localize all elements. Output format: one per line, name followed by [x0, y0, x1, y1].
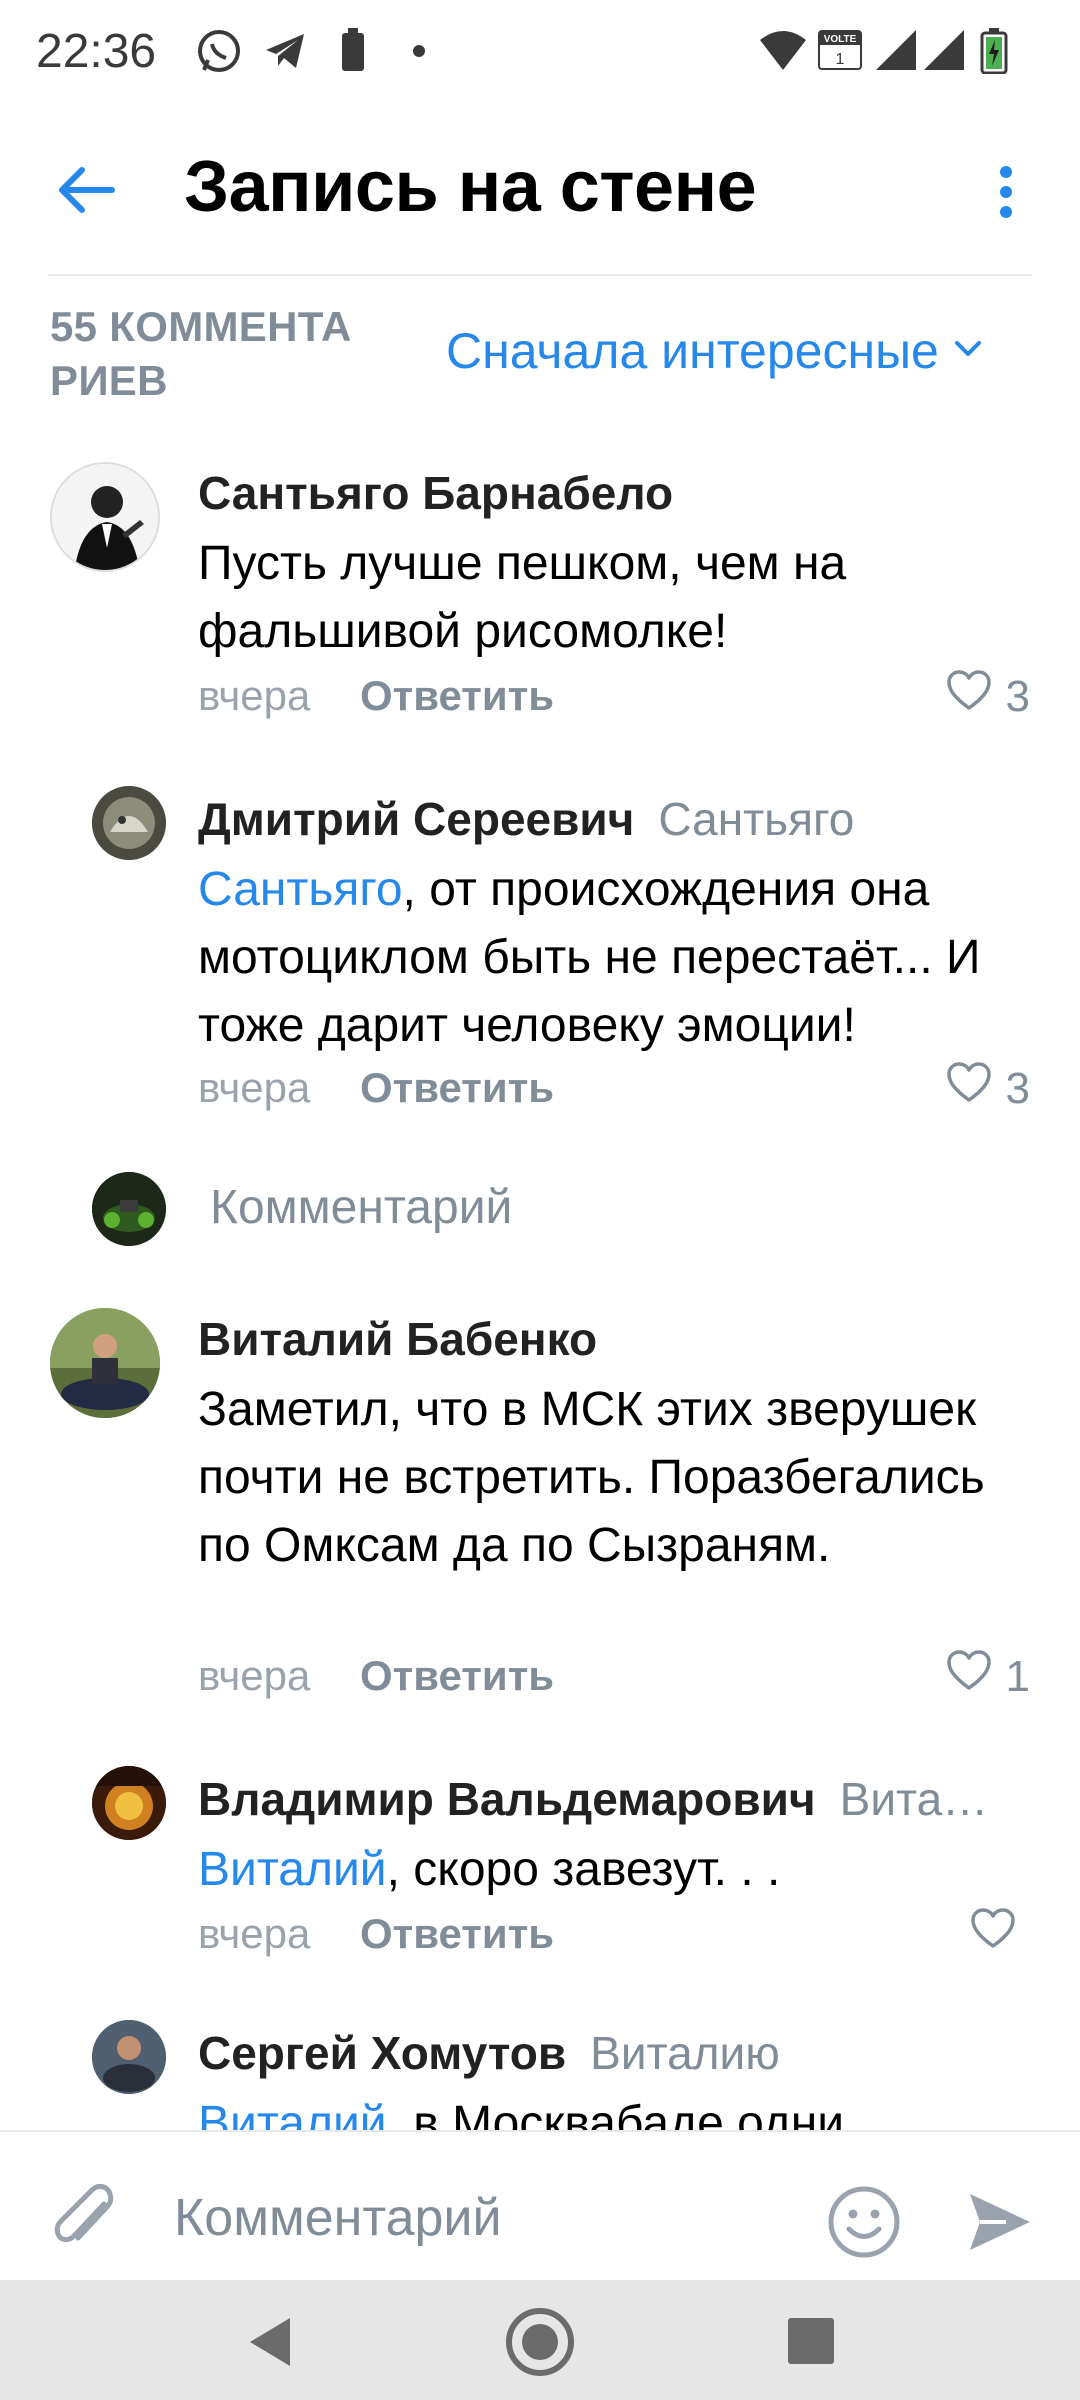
signal-icon [876, 30, 916, 75]
avatar[interactable] [92, 2020, 166, 2094]
comment-author[interactable]: Дмитрий Сереевич [198, 793, 634, 845]
inline-reply-field[interactable]: Комментарий [0, 1168, 1080, 1254]
avatar[interactable] [92, 1766, 166, 1840]
telegram-icon [262, 28, 308, 79]
inline-reply-placeholder: Комментарий [210, 1181, 513, 1234]
comment-time: вчера [198, 672, 311, 719]
comment-time: вчера [198, 1910, 311, 1957]
like-button[interactable]: 1 [946, 1650, 1030, 1703]
comment-author[interactable]: Сантьяго Барнабело [198, 467, 673, 519]
reply-to-label: Сантьяго [658, 793, 855, 845]
arrow-left-icon [56, 166, 116, 219]
page-title: Запись на стене [184, 147, 757, 227]
comment-author[interactable]: Сергей Хомутов [198, 2027, 566, 2079]
reply-button[interactable]: Ответить [360, 672, 554, 720]
comment-item: Сергей Хомутов Виталию Виталий, в Москваб… [0, 2020, 1080, 2130]
send-icon[interactable] [966, 2188, 1034, 2261]
heart-icon [946, 1650, 992, 1703]
comment-author[interactable]: Виталий Бабенко [198, 1313, 597, 1365]
sort-select[interactable]: Сначала интересные [446, 322, 983, 380]
heart-icon [946, 1062, 992, 1115]
mention-link[interactable]: Сантьяго [198, 863, 403, 916]
status-time: 22:36 [36, 25, 157, 78]
reply-button[interactable]: Ответить [360, 1652, 554, 1700]
svg-text:VOLTE: VOLTE [824, 34, 857, 45]
wifi-icon [760, 30, 806, 75]
dot-icon [412, 44, 426, 63]
comment-text: Заметил, что в МСК этих зверушек почти н… [198, 1383, 985, 1572]
comment-text: Сантьяго, от происхождения она мотоцикло… [198, 856, 1038, 1060]
reply-to-label: Вита… [839, 1773, 989, 1825]
app-bar: Запись на стене [0, 120, 1080, 260]
comment-body: , в Москвабаде одни [386, 2097, 845, 2130]
heart-icon [970, 1908, 1016, 1961]
more-vertical-icon [998, 164, 1014, 225]
like-button[interactable]: 3 [946, 1062, 1030, 1115]
like-count: 3 [1005, 671, 1030, 721]
comment-input[interactable]: Комментарий [174, 2188, 502, 2248]
like-button[interactable]: 3 [946, 670, 1030, 723]
mention-link[interactable]: Виталий [198, 1843, 387, 1896]
back-button[interactable] [44, 150, 128, 234]
like-count: 3 [1005, 1063, 1030, 1113]
signal-icon [924, 30, 964, 75]
nav-home-icon[interactable] [504, 2306, 576, 2383]
comment-text: Пусть лучше пешком, чем на фальшивой рис… [198, 537, 847, 658]
mention-link[interactable]: Виталий [198, 2097, 387, 2130]
status-bar: 22:36 VOLTE 1 [0, 0, 1080, 100]
chevron-down-icon [953, 339, 983, 364]
reply-button[interactable]: Ответить [360, 1064, 554, 1112]
battery-saver-icon [340, 28, 366, 79]
divider [48, 274, 1032, 276]
system-nav-bar [0, 2280, 1080, 2400]
avatar[interactable] [92, 786, 166, 860]
sort-label: Сначала интересные [446, 323, 939, 379]
comment-text: Виталий, скоро завезут. . . [198, 1836, 1038, 1904]
comment-time: вчера [198, 1064, 311, 1111]
more-options-button[interactable] [966, 152, 1046, 236]
like-button[interactable] [970, 1908, 1030, 1961]
comment-body: , скоро завезут. . . [386, 1843, 781, 1896]
comments-count: 55 КОММЕНТА РИЕВ [50, 303, 352, 404]
reply-to-label: Виталию [590, 2027, 780, 2079]
battery-icon [980, 28, 1008, 79]
reply-button[interactable]: Ответить [360, 1910, 554, 1958]
avatar[interactable] [50, 1308, 160, 1418]
comment-time: вчера [198, 1652, 311, 1699]
whatsapp-icon [196, 28, 242, 79]
avatar [92, 1172, 166, 1246]
heart-icon [946, 670, 992, 723]
volte-icon: VOLTE 1 [818, 30, 862, 75]
like-count: 1 [1005, 1651, 1030, 1701]
comment-author[interactable]: Владимир Вальдемарович [198, 1773, 816, 1825]
emoji-icon[interactable] [826, 2184, 902, 2265]
nav-recents-icon[interactable] [786, 2316, 836, 2371]
paperclip-icon[interactable] [48, 2184, 124, 2269]
avatar[interactable] [50, 462, 160, 572]
nav-back-icon[interactable] [244, 2314, 294, 2375]
comment-text: Виталий, в Москвабаде одни [198, 2090, 1038, 2130]
svg-text:1: 1 [836, 51, 845, 68]
